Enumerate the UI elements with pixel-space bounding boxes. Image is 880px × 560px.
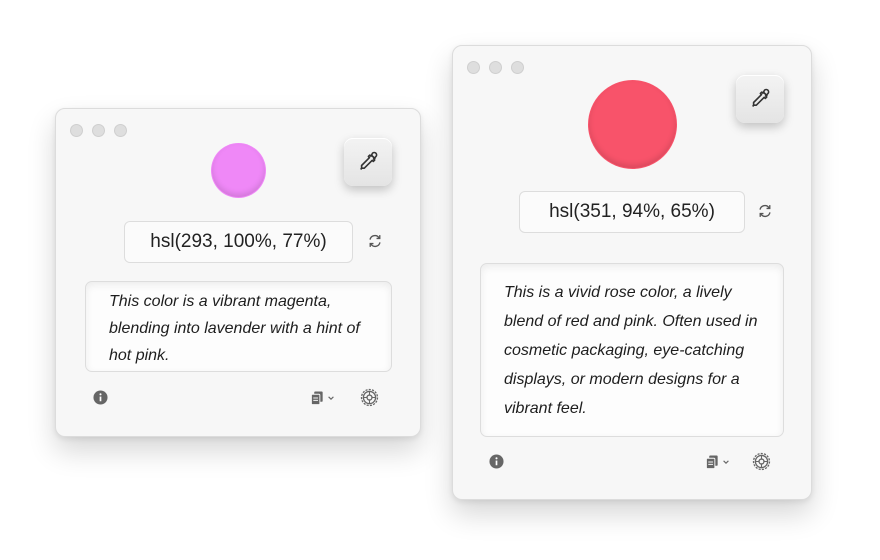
close-window-button[interactable] bbox=[70, 124, 83, 137]
minimize-window-button[interactable] bbox=[92, 124, 105, 137]
zoom-window-button[interactable] bbox=[114, 124, 127, 137]
info-icon[interactable] bbox=[93, 390, 108, 405]
eyedropper-icon bbox=[752, 88, 770, 107]
color-description: This is a vivid rose color, a lively ble… bbox=[480, 263, 784, 437]
hsl-value-field[interactable]: hsl(351, 94%, 65%) bbox=[519, 191, 745, 233]
gear-icon[interactable] bbox=[752, 452, 771, 471]
eyedropper-button[interactable] bbox=[344, 138, 392, 186]
copy-format-menu[interactable] bbox=[310, 390, 335, 406]
window-controls bbox=[70, 124, 127, 137]
eyedropper-icon bbox=[360, 151, 378, 170]
description-text: This color is a vibrant magenta, blendin… bbox=[109, 293, 360, 364]
refresh-icon[interactable] bbox=[366, 232, 384, 250]
copy-icon bbox=[310, 391, 323, 406]
chevron-down-icon bbox=[328, 396, 334, 400]
chevron-down-icon bbox=[723, 460, 729, 464]
eyedropper-button[interactable] bbox=[736, 75, 784, 123]
window-controls bbox=[467, 61, 524, 74]
copy-format-menu[interactable] bbox=[705, 454, 730, 470]
color-swatch bbox=[589, 81, 676, 168]
gear-icon[interactable] bbox=[360, 388, 379, 407]
color-swatch bbox=[212, 144, 265, 197]
zoom-window-button[interactable] bbox=[511, 61, 524, 74]
minimize-window-button[interactable] bbox=[489, 61, 502, 74]
color-window-magenta: hsl(293, 100%, 77%) This color is a vibr… bbox=[55, 108, 421, 437]
refresh-icon[interactable] bbox=[756, 202, 774, 220]
info-icon[interactable] bbox=[489, 454, 504, 469]
copy-icon bbox=[705, 455, 718, 470]
description-text: This is a vivid rose color, a lively ble… bbox=[504, 284, 758, 417]
hsl-value-field[interactable]: hsl(293, 100%, 77%) bbox=[124, 221, 353, 263]
color-window-rose: hsl(351, 94%, 65%) This is a vivid rose … bbox=[452, 45, 812, 500]
close-window-button[interactable] bbox=[467, 61, 480, 74]
color-description: This color is a vibrant magenta, blendin… bbox=[85, 281, 392, 372]
